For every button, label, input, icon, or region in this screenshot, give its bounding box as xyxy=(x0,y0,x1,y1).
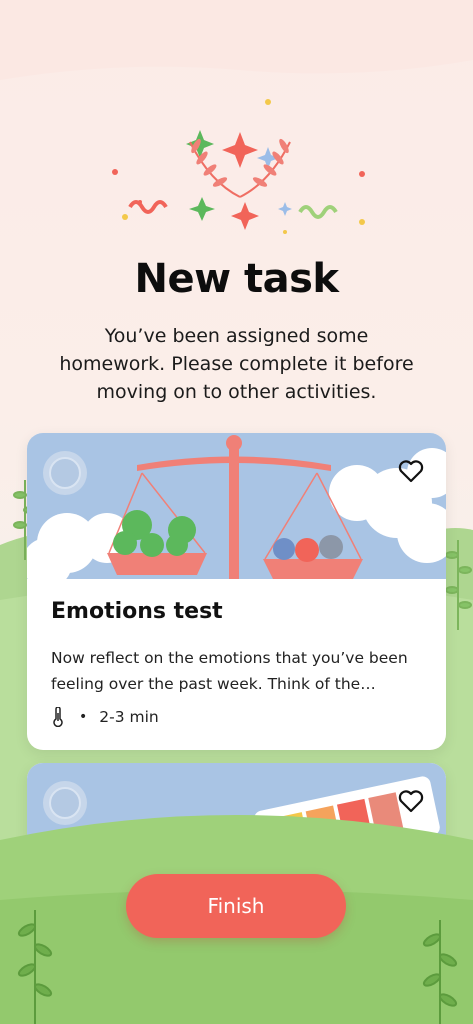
page-title: New task xyxy=(134,256,339,302)
finish-button[interactable]: Finish xyxy=(126,874,346,938)
task-meta: • 2-3 min xyxy=(51,707,159,727)
task-description: Now reflect on the emotions that you’ve … xyxy=(51,649,408,693)
balance-scale-illustration xyxy=(27,433,446,579)
task-title: Emotions test xyxy=(51,599,223,624)
task-card-emotions-test[interactable]: Emotions test Now reflect on the emotion… xyxy=(27,433,446,750)
heart-icon[interactable] xyxy=(398,459,424,483)
celebration-illustration xyxy=(112,99,365,234)
page-subtitle: You’ve been assigned some homework. Plea… xyxy=(59,325,414,403)
task-duration: 2-3 min xyxy=(99,708,159,726)
thermometer-icon xyxy=(53,707,63,727)
meta-separator: • xyxy=(79,709,88,725)
